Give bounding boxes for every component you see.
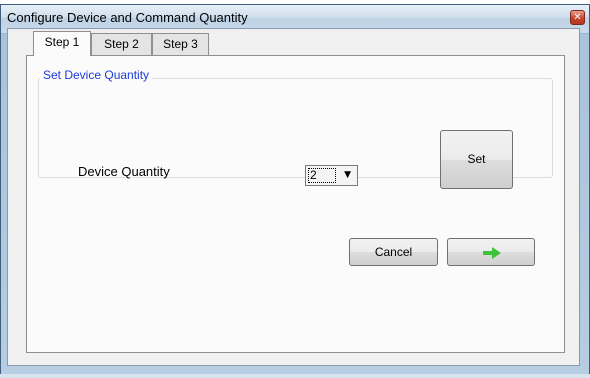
- set-button[interactable]: Set: [440, 130, 513, 189]
- tab-step-2[interactable]: Step 2: [91, 33, 152, 55]
- cancel-button[interactable]: Cancel: [349, 238, 438, 266]
- tab-step-1[interactable]: Step 1: [33, 31, 91, 56]
- window-title: Configure Device and Command Quantity: [7, 10, 248, 25]
- device-quantity-select[interactable]: 2 ▼: [305, 165, 358, 186]
- tab-label: Step 3: [163, 37, 198, 51]
- close-icon: ✕: [573, 12, 582, 23]
- tab-label: Step 1: [44, 35, 80, 49]
- device-quantity-value: 2: [308, 168, 336, 183]
- next-button[interactable]: [447, 238, 535, 266]
- set-button-label: Set: [467, 152, 486, 166]
- right-arrow-icon: [483, 247, 501, 259]
- tab-step-3[interactable]: Step 3: [152, 33, 209, 55]
- device-quantity-label: Device Quantity: [78, 164, 170, 179]
- bottom-strip: [0, 374, 590, 378]
- tab-panel: Set Device Quantity Device Quantity 2 ▼ …: [26, 55, 565, 353]
- dropdown-arrow-icon[interactable]: ▼: [344, 170, 351, 180]
- tab-label: Step 2: [104, 37, 139, 51]
- group-title: Set Device Quantity: [40, 68, 153, 82]
- close-button[interactable]: ✕: [570, 10, 585, 25]
- cancel-button-label: Cancel: [374, 245, 413, 259]
